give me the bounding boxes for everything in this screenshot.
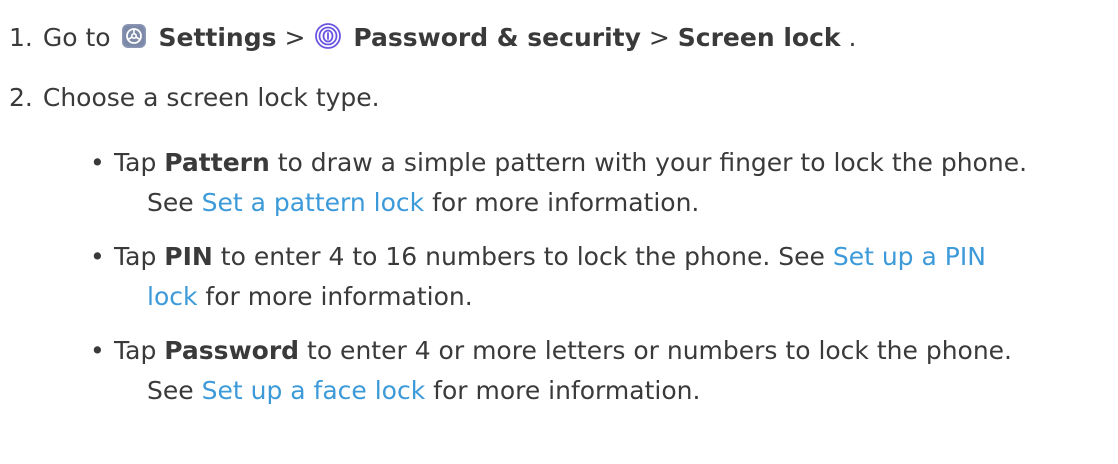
bullet-text: to draw a simple pattern with your finge… <box>277 148 1028 177</box>
link-set-up-pin-lock-cont[interactable]: lock <box>147 282 197 311</box>
link-set-pattern-lock[interactable]: Set a pattern lock <box>202 188 425 217</box>
bullet-line: Tap Pattern to draw a simple pattern wit… <box>90 143 1115 183</box>
link-set-up-pin-lock[interactable]: Set up a PIN <box>833 242 986 271</box>
link-set-up-face-lock[interactable]: Set up a face lock <box>202 376 426 405</box>
instructions-document: 1. Go to Settings > Password & security >… <box>0 0 1118 464</box>
step-text: Choose a screen lock type. <box>42 83 380 112</box>
tap-word: Tap <box>114 148 157 177</box>
step-number: 2. <box>9 83 33 112</box>
path-separator: > <box>648 23 670 52</box>
settings-label: Settings <box>158 23 277 52</box>
password-security-label: Password & security <box>353 23 641 52</box>
bullet-pin: • Tap PIN to enter 4 to 16 numbers to lo… <box>90 237 1115 317</box>
bullet-dot: • <box>90 242 105 271</box>
bullet-password: • Tap Password to enter 4 or more letter… <box>90 331 1115 411</box>
screen-lock-label: Screen lock <box>677 23 841 52</box>
tap-word: Tap <box>114 242 157 271</box>
bullet-tail: for more information. <box>433 376 701 405</box>
option-password: Password <box>164 336 300 365</box>
step-1: 1. Go to Settings > Password & security >… <box>9 20 856 56</box>
path-separator: > <box>284 23 306 52</box>
fingerprint-icon <box>315 23 342 49</box>
bullet-text: to enter 4 or more letters or numbers to… <box>307 336 1013 365</box>
step-end-period: . <box>848 23 857 52</box>
bullet-tail: for more information. <box>205 282 473 311</box>
bullet-line-cont: lock for more information. <box>90 277 1115 317</box>
settings-icon <box>121 24 146 48</box>
bullet-line: Tap Password to enter 4 or more letters … <box>90 331 1115 371</box>
step-number: 1. <box>9 23 33 52</box>
step-go-to: Go to <box>42 23 111 52</box>
bullet-dot: • <box>90 148 105 177</box>
bullet-line: Tap PIN to enter 4 to 16 numbers to lock… <box>90 237 1115 277</box>
bullet-pattern: • Tap Pattern to draw a simple pattern w… <box>90 143 1115 223</box>
step-2: 2. Choose a screen lock type. <box>9 80 380 116</box>
see-word: See <box>147 188 194 217</box>
option-pattern: Pattern <box>164 148 270 177</box>
bullet-text: to enter 4 to 16 numbers to lock the pho… <box>220 242 825 271</box>
bullet-line-cont: See Set a pattern lock for more informat… <box>90 183 1115 223</box>
tap-word: Tap <box>114 336 157 365</box>
bullet-line-cont: See Set up a face lock for more informat… <box>90 371 1115 411</box>
bullet-dot: • <box>90 336 105 365</box>
bullet-tail: for more information. <box>432 188 700 217</box>
option-pin: PIN <box>164 242 213 271</box>
see-word: See <box>147 376 194 405</box>
